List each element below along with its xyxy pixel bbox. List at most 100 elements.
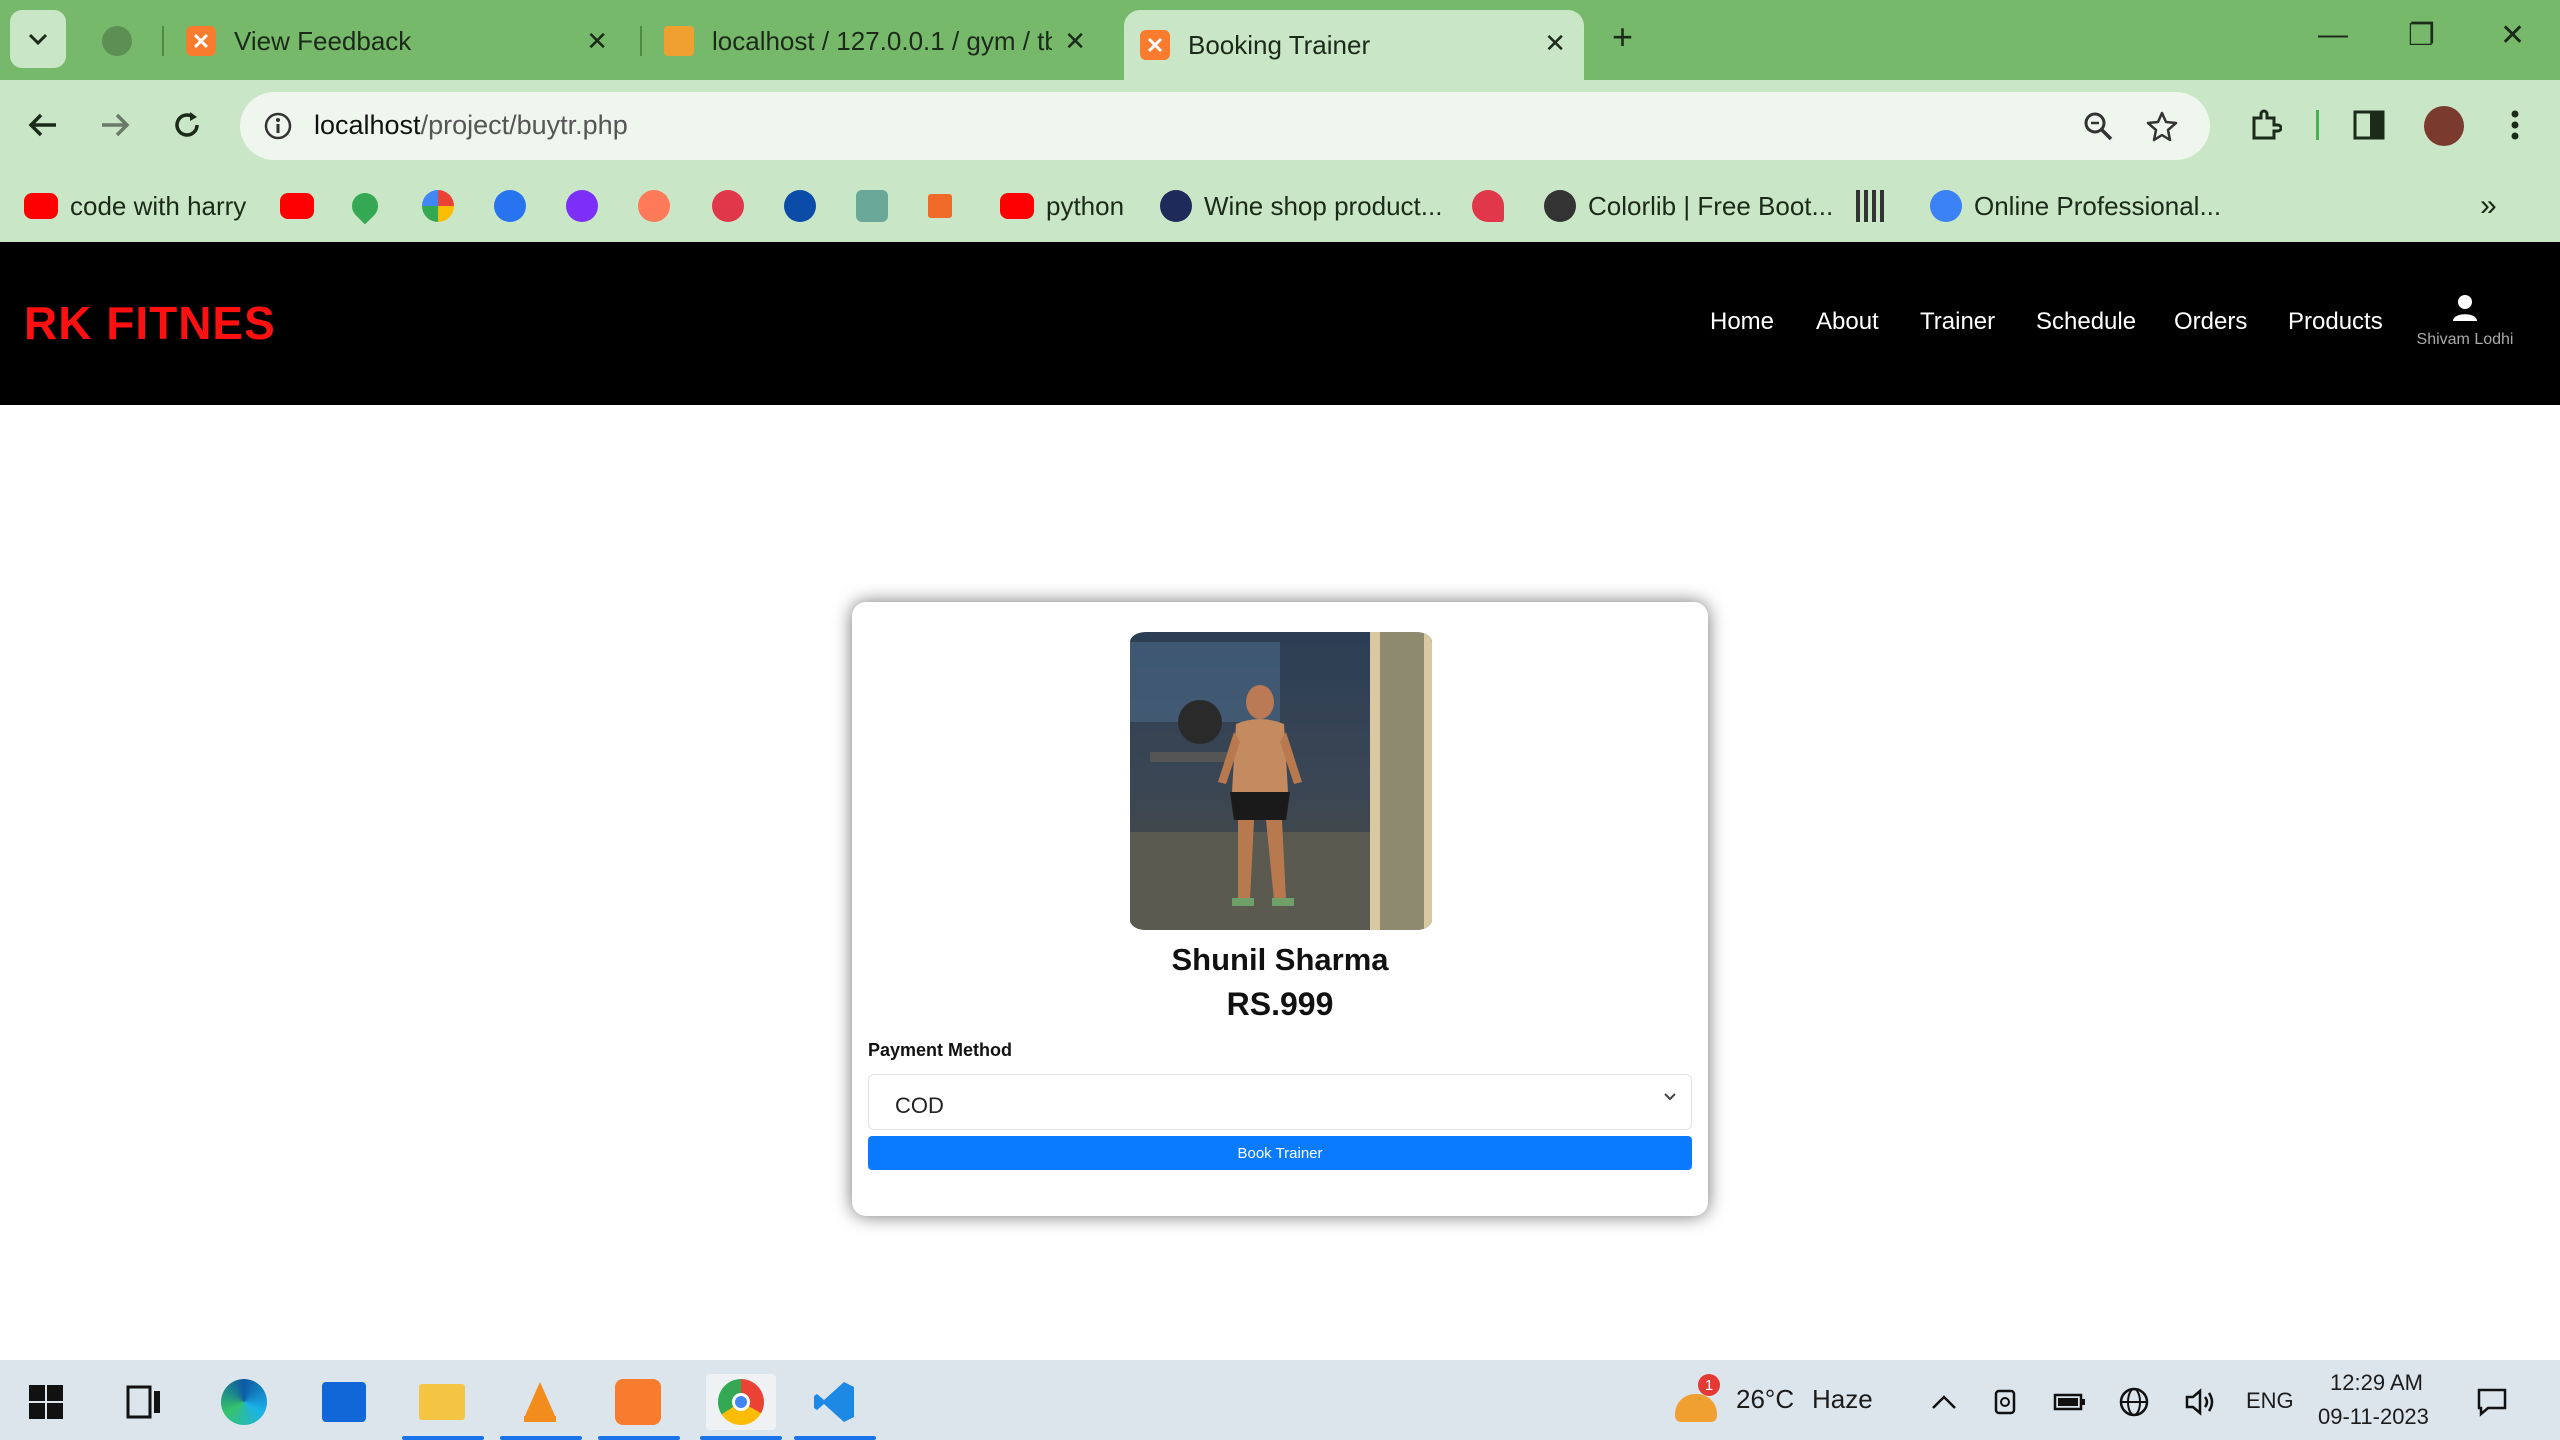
input-language[interactable]: ENG (2246, 1388, 2294, 1414)
user-menu[interactable]: Shivam Lodhi (2410, 294, 2520, 349)
xampp-icon[interactable] (598, 1374, 680, 1440)
network-globe-icon[interactable] (2106, 1374, 2162, 1430)
nav-orders[interactable]: Orders (2174, 308, 2247, 336)
bookmark-wine-shop[interactable]: Wine shop product... (1160, 186, 1442, 226)
vlc-icon[interactable] (500, 1374, 582, 1440)
clock-date[interactable]: 09-11-2023 (2318, 1404, 2429, 1430)
bookmark-code-with-harry[interactable]: code with harry (24, 186, 246, 226)
nav-trainer[interactable]: Trainer (1920, 308, 1995, 336)
side-panel-icon[interactable] (2346, 102, 2392, 148)
url-path: /project/buytr.php (420, 110, 628, 140)
youtube-icon (24, 193, 58, 219)
bookmark-label: Colorlib | Free Boot... (1588, 190, 1834, 221)
tab-globe[interactable] (102, 12, 150, 70)
nav-schedule[interactable]: Schedule (2036, 308, 2136, 336)
bookmark-blue-icon (784, 190, 816, 222)
book-trainer-button[interactable]: Book Trainer (868, 1136, 1692, 1170)
nav-products[interactable]: Products (2288, 308, 2383, 336)
weather-desc[interactable]: Haze (1812, 1384, 1873, 1415)
edge-icon[interactable] (216, 1374, 272, 1430)
nav-home[interactable]: Home (1710, 308, 1774, 336)
volume-icon[interactable] (2172, 1374, 2228, 1430)
show-hidden-icons-icon[interactable] (1916, 1374, 1972, 1430)
bookmark-blue[interactable] (784, 186, 828, 226)
bookmark-orange[interactable] (638, 186, 682, 226)
extensions-icon[interactable] (2242, 102, 2288, 148)
close-tab-icon[interactable]: ✕ (586, 26, 608, 57)
bookmark-lines-icon (1856, 190, 1888, 222)
bookmark-red[interactable] (712, 186, 756, 226)
xampp-icon (186, 26, 216, 56)
vscode-icon[interactable] (794, 1374, 876, 1440)
bookmark-colorlib[interactable]: Colorlib | Free Boot... (1544, 186, 1833, 226)
windows-start-icon[interactable] (18, 1374, 74, 1430)
bookmark-star-icon[interactable] (2140, 104, 2184, 148)
bookmark-maps[interactable] (346, 186, 390, 226)
phpmyadmin-icon (664, 26, 694, 56)
meet-now-icon[interactable] (1980, 1374, 2036, 1430)
tab-search-button[interactable] (10, 10, 66, 68)
profile-avatar[interactable] (2424, 106, 2464, 146)
file-explorer-icon[interactable] (402, 1374, 484, 1440)
chevron-down-icon (28, 33, 48, 46)
chrome-icon[interactable] (700, 1374, 782, 1440)
minimize-icon[interactable]: — (2318, 18, 2348, 52)
site-info-icon[interactable] (256, 104, 300, 148)
tab-title: View Feedback (234, 25, 412, 56)
tab-strip: View Feedback ✕ localhost / 127.0.0.1 / … (0, 0, 2560, 80)
weather-temp[interactable]: 26°C (1736, 1384, 1794, 1415)
bookmark-heart[interactable] (1472, 186, 1516, 226)
brand-logo[interactable]: RK FITNES (24, 296, 276, 350)
zoom-icon[interactable] (2076, 104, 2120, 148)
chevron-down-icon (1663, 1089, 1677, 1107)
microsoft-store-icon[interactable] (316, 1374, 372, 1430)
wine-shop-icon (1160, 190, 1192, 222)
rocket-icon (1930, 190, 1962, 222)
bookmark-python[interactable]: python (1000, 186, 1124, 226)
trainer-name: Shunil Sharma (1171, 942, 1389, 977)
tab-phpmyadmin[interactable]: localhost / 127.0.0.1 / gym / tb ✕ (664, 12, 1104, 70)
u-logo-icon (566, 190, 598, 222)
bookmark-youtube[interactable] (280, 186, 326, 226)
battery-icon[interactable] (2042, 1374, 2098, 1430)
tab-separator (162, 26, 164, 56)
bookmark-flipkart[interactable] (494, 186, 538, 226)
tab-separator (640, 26, 642, 56)
forward-arrow-icon[interactable] (92, 102, 138, 148)
bookmark-tasks[interactable] (928, 186, 964, 226)
notifications-icon[interactable] (2464, 1374, 2520, 1430)
task-view-icon[interactable] (116, 1374, 172, 1430)
restore-icon[interactable]: ❐ (2408, 18, 2435, 53)
bookmark-orange-icon (638, 190, 670, 222)
bookmark-online-professional[interactable]: Online Professional... (1930, 186, 2221, 226)
globe-icon (102, 26, 132, 56)
booking-card: Shunil Sharma RS.999 Payment Method COD … (852, 602, 1708, 1216)
bookmark-lines[interactable] (1856, 186, 1900, 226)
bookmark-google[interactable] (422, 186, 466, 226)
toolbar-divider (2316, 110, 2319, 140)
reload-icon[interactable] (164, 102, 210, 148)
close-tab-icon[interactable]: ✕ (1544, 28, 1566, 59)
payment-method-value: COD (895, 1093, 944, 1118)
bookmarks-overflow-icon[interactable]: » (2480, 186, 2497, 226)
google-icon (422, 190, 454, 222)
close-window-icon[interactable]: ✕ (2500, 18, 2525, 53)
kebab-menu-icon[interactable] (2492, 102, 2538, 148)
weather-icon[interactable]: 1 (1668, 1374, 1724, 1430)
xampp-icon (1140, 30, 1170, 60)
nav-about[interactable]: About (1816, 308, 1879, 336)
close-tab-icon[interactable]: ✕ (1058, 26, 1086, 57)
new-tab-button[interactable]: + (1612, 16, 1633, 58)
tab-booking-trainer[interactable]: Booking Trainer ✕ (1124, 10, 1584, 80)
back-arrow-icon[interactable] (20, 102, 66, 148)
bookmark-chatgpt[interactable] (856, 186, 900, 226)
windows-taskbar: 1 26°C Haze ENG 12:29 AM 09-11-2023 (0, 1360, 2560, 1440)
maps-pin-icon (346, 187, 384, 225)
user-icon (2453, 295, 2477, 321)
payment-method-select[interactable]: COD (868, 1074, 1692, 1130)
clock-time[interactable]: 12:29 AM (2330, 1370, 2423, 1396)
trainer-photo (1130, 632, 1432, 930)
tab-view-feedback[interactable]: View Feedback ✕ (186, 12, 626, 70)
bookmark-u[interactable] (566, 186, 610, 226)
address-bar[interactable]: localhost/project/buytr.php (240, 92, 2210, 160)
